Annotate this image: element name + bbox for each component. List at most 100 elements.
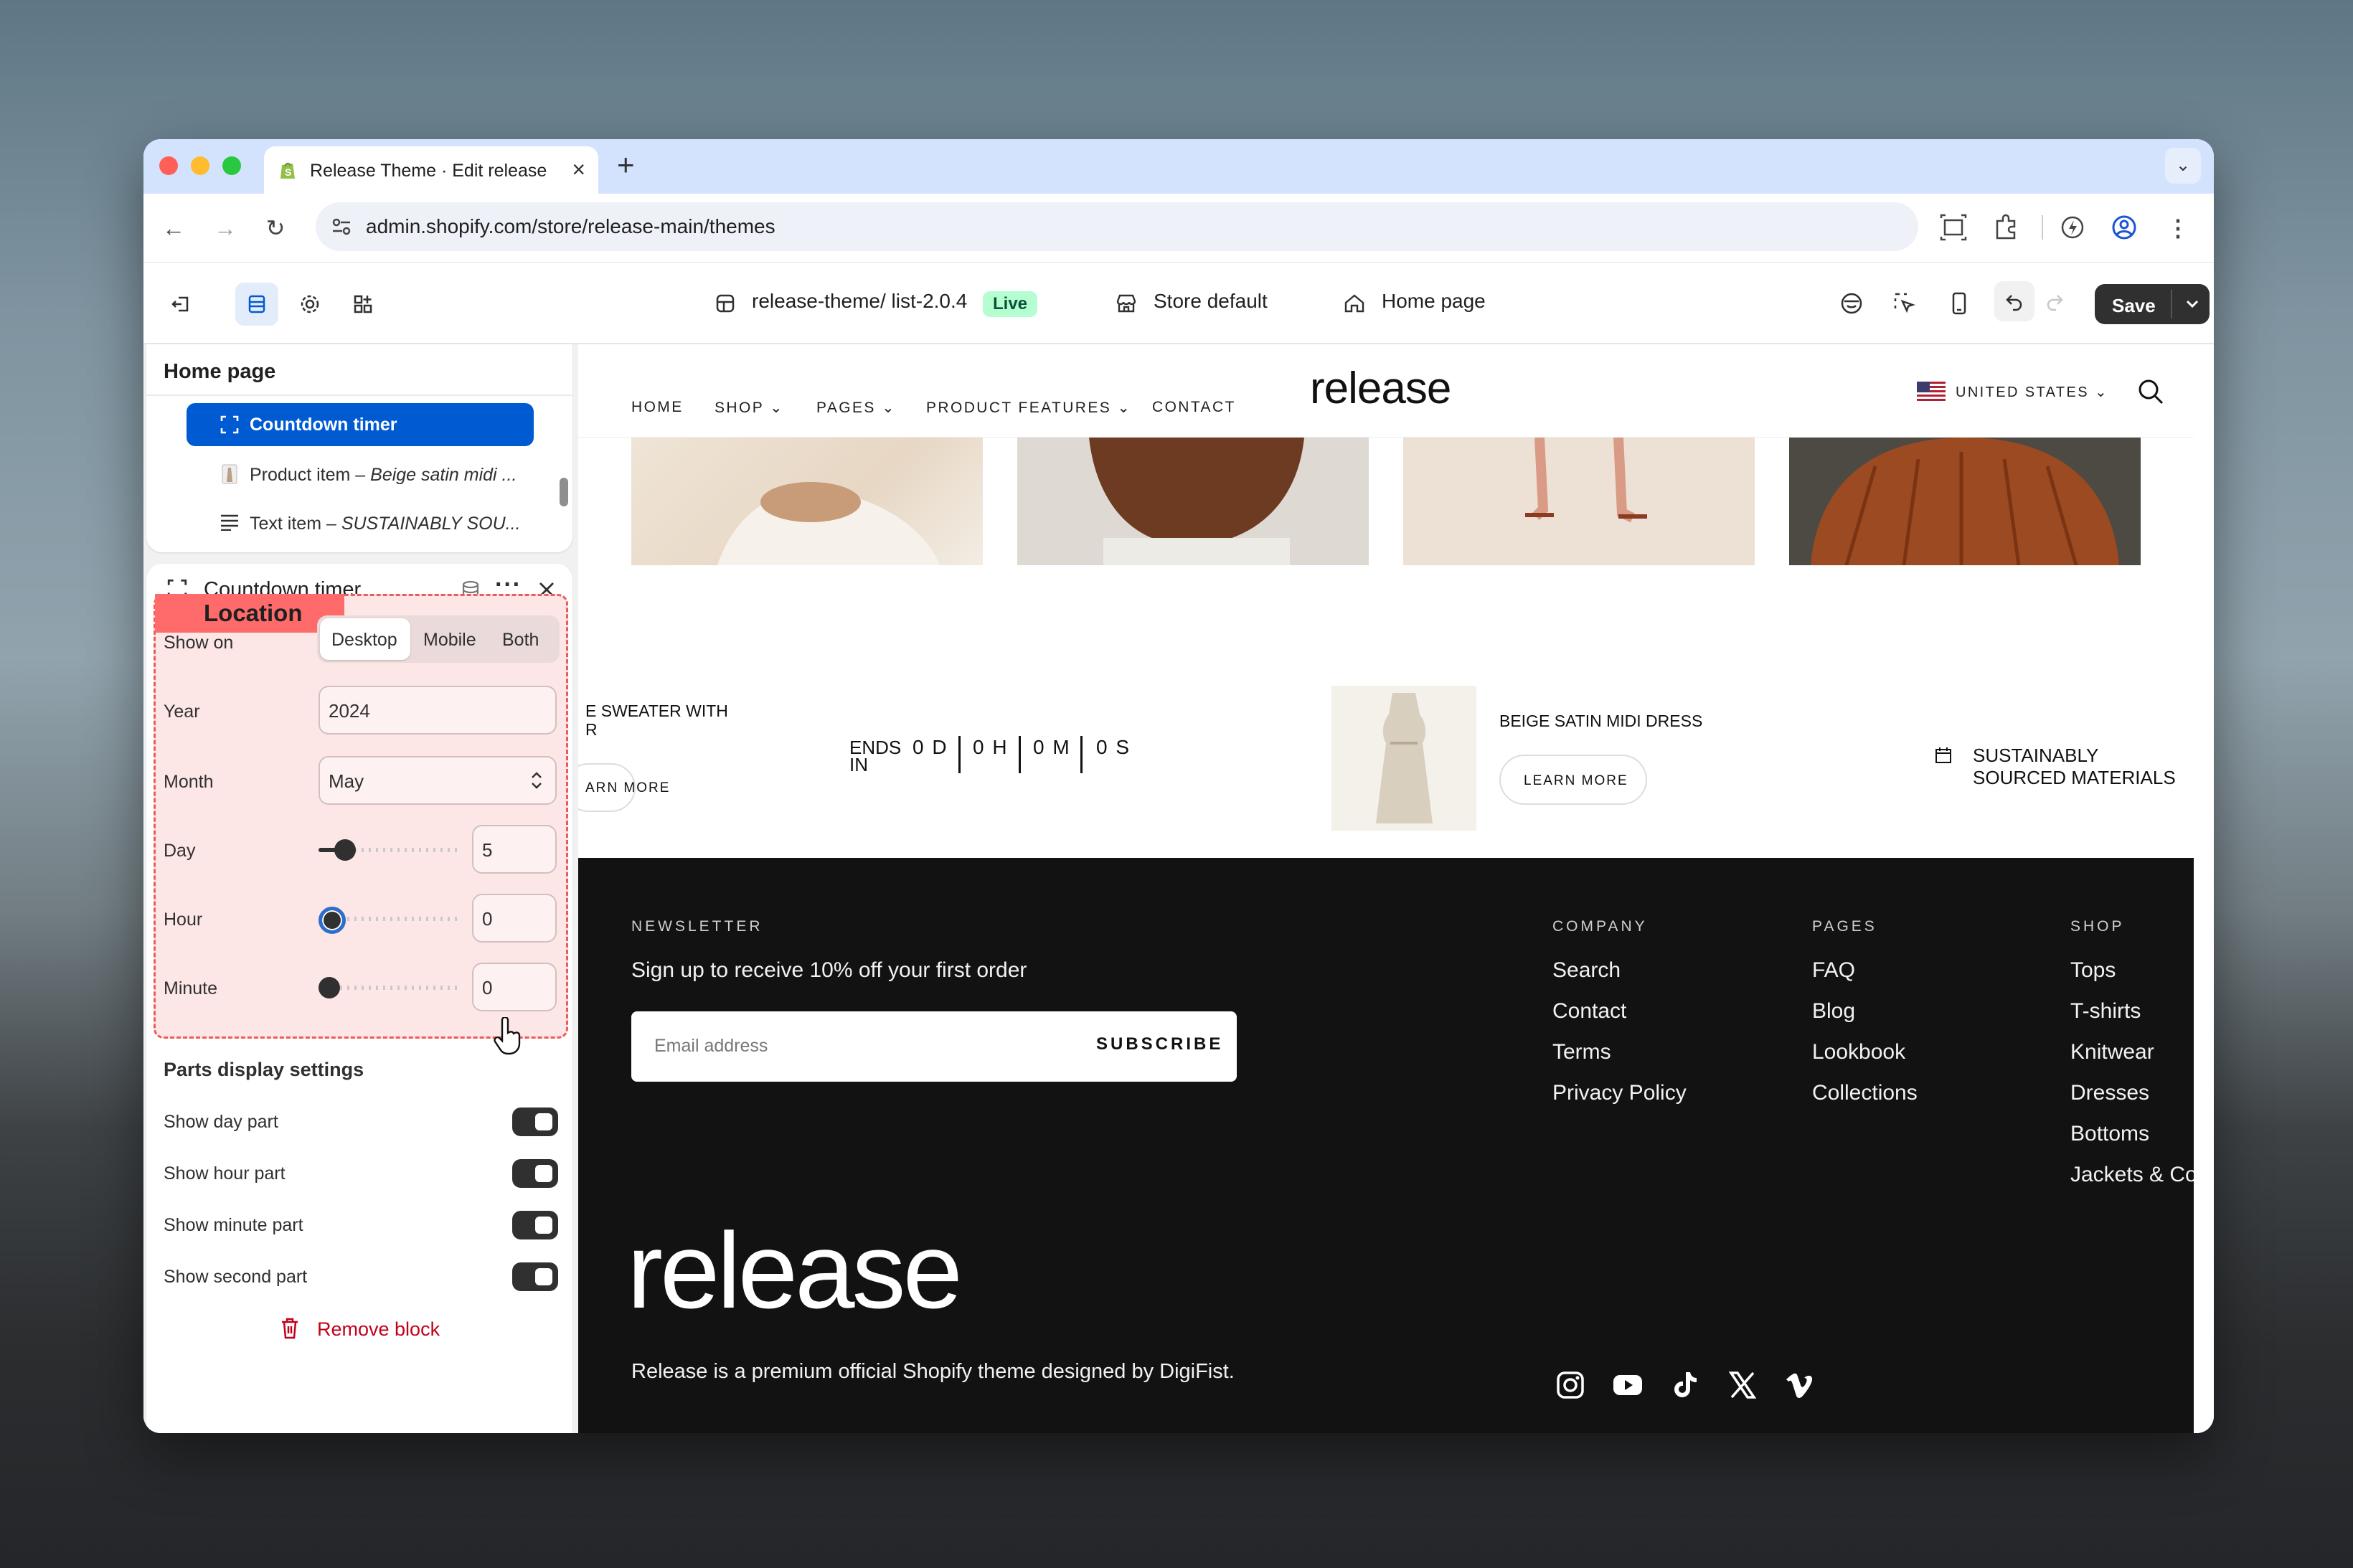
reload-button[interactable]: ↻ bbox=[258, 211, 293, 245]
nav-pages[interactable]: PAGES ⌄ bbox=[816, 399, 896, 417]
undo-button[interactable] bbox=[1994, 281, 2034, 321]
select-element-icon[interactable] bbox=[1891, 290, 1918, 317]
minute-number-input[interactable]: 0 bbox=[472, 963, 557, 1011]
profile-icon[interactable] bbox=[2108, 211, 2141, 244]
product-image[interactable] bbox=[1789, 438, 2141, 566]
learn-more-label: LEARN MORE bbox=[1524, 773, 1628, 788]
sustainability-text: SUSTAINABLY SOURCED MATERIALS bbox=[1973, 745, 2176, 788]
address-bar[interactable]: admin.shopify.com/store/release-main/the… bbox=[316, 202, 1918, 251]
app-embeds-button[interactable] bbox=[341, 283, 385, 326]
nav-contact[interactable]: CONTACT bbox=[1152, 399, 1236, 416]
x-icon[interactable] bbox=[1726, 1369, 1759, 1402]
tab-search-button[interactable]: ⌄ bbox=[2165, 148, 2201, 184]
learn-more-button[interactable]: LEARN MORE bbox=[1499, 755, 1647, 805]
email-input[interactable]: Email address bbox=[654, 1036, 768, 1057]
footer-link-search[interactable]: Search bbox=[1552, 958, 1621, 983]
hour-slider-thumb[interactable] bbox=[319, 907, 346, 934]
chevron-down-icon[interactable] bbox=[2182, 293, 2202, 314]
device-preview-icon[interactable] bbox=[1946, 290, 1973, 317]
page-selector[interactable]: Home page bbox=[1382, 290, 1486, 313]
footer-link-tshirts[interactable]: T-shirts bbox=[2070, 999, 2141, 1024]
year-label: Year bbox=[164, 702, 200, 722]
save-button[interactable]: Save bbox=[2095, 284, 2210, 324]
tree-item-product[interactable]: Product item – Beige satin midi ... bbox=[187, 452, 534, 495]
nav-shop[interactable]: SHOP ⌄ bbox=[715, 399, 784, 417]
footer-link-knitwear[interactable]: Knitwear bbox=[2070, 1040, 2154, 1064]
show-hour-toggle[interactable] bbox=[512, 1159, 558, 1188]
browser-tab[interactable]: S Release Theme · Edit release-main × bbox=[264, 146, 598, 194]
search-icon[interactable] bbox=[2136, 377, 2165, 406]
footer-link-dresses[interactable]: Dresses bbox=[2070, 1081, 2149, 1105]
inspector-icon[interactable] bbox=[1838, 290, 1865, 317]
footer-link-bottoms[interactable]: Bottoms bbox=[2070, 1122, 2149, 1146]
product-photo bbox=[1525, 437, 1647, 523]
exit-editor-button[interactable] bbox=[159, 283, 202, 326]
footer-link-collections[interactable]: Collections bbox=[1812, 1081, 1918, 1105]
show-on-label: Show on bbox=[164, 633, 234, 653]
show-second-toggle[interactable] bbox=[512, 1262, 558, 1291]
product-image[interactable] bbox=[1403, 437, 1755, 565]
redo-icon[interactable] bbox=[2045, 291, 2065, 311]
shopify-icon: S bbox=[280, 162, 295, 179]
store-logo[interactable]: release bbox=[1310, 363, 1451, 414]
nav-product-features-label: PRODUCT FEATURES bbox=[926, 400, 1112, 416]
footer-link-lookbook[interactable]: Lookbook bbox=[1812, 1040, 1905, 1064]
remove-block-label: Remove block bbox=[317, 1318, 440, 1340]
country-selector[interactable]: UNITED STATES ⌄ bbox=[1956, 383, 2108, 401]
product-title[interactable]: BEIGE SATIN MIDI DRESS bbox=[1499, 712, 1702, 731]
countdown-divider bbox=[958, 736, 961, 773]
nav-product-features[interactable]: PRODUCT FEATURES ⌄ bbox=[926, 399, 1131, 417]
tree-item-countdown-timer[interactable]: Countdown timer bbox=[187, 403, 534, 446]
vimeo-icon[interactable] bbox=[1783, 1369, 1816, 1402]
tree-item-text[interactable]: Text item – SUSTAINABLY SOU... bbox=[187, 501, 534, 544]
day-number-input[interactable]: 5 bbox=[472, 825, 557, 874]
instagram-icon[interactable] bbox=[1554, 1369, 1587, 1402]
maximize-window-button[interactable] bbox=[222, 156, 241, 175]
footer-link-privacy[interactable]: Privacy Policy bbox=[1552, 1081, 1687, 1105]
footer-link-blog[interactable]: Blog bbox=[1812, 999, 1855, 1024]
footer-link-faq[interactable]: FAQ bbox=[1812, 958, 1855, 983]
remove-block-button[interactable]: Remove block bbox=[280, 1311, 466, 1347]
minute-slider-thumb[interactable] bbox=[319, 977, 340, 998]
footer-link-jackets[interactable]: Jackets & Coats bbox=[2070, 1163, 2194, 1187]
minimize-window-button[interactable] bbox=[191, 156, 209, 175]
close-window-button[interactable] bbox=[159, 156, 178, 175]
year-input[interactable]: 2024 bbox=[319, 686, 557, 735]
nav-home[interactable]: HOME bbox=[631, 399, 684, 416]
segment-desktop[interactable]: Desktop bbox=[320, 618, 410, 660]
product-image[interactable] bbox=[631, 438, 983, 565]
footer-logo[interactable]: release bbox=[627, 1217, 963, 1324]
gear-icon bbox=[301, 295, 319, 313]
new-tab-button[interactable]: + bbox=[617, 148, 635, 182]
segment-mobile[interactable]: Mobile bbox=[413, 618, 492, 660]
footer-link-terms[interactable]: Terms bbox=[1552, 1040, 1611, 1064]
youtube-icon[interactable] bbox=[1611, 1369, 1644, 1402]
theme-settings-button[interactable] bbox=[288, 283, 331, 326]
performance-icon[interactable] bbox=[2056, 211, 2089, 244]
footer-link-tops[interactable]: Tops bbox=[2070, 958, 2116, 983]
back-button[interactable]: ← bbox=[156, 211, 191, 245]
forward-button[interactable]: → bbox=[208, 211, 242, 245]
theme-name[interactable]: release-theme/ list-2.0.4 bbox=[752, 290, 967, 313]
subscribe-button[interactable]: SUBSCRIBE bbox=[1096, 1034, 1223, 1054]
store-default-selector[interactable]: Store default bbox=[1154, 290, 1268, 313]
tree-scrollbar[interactable] bbox=[560, 478, 568, 506]
extensions-icon[interactable] bbox=[1990, 211, 2023, 244]
store-icon bbox=[1116, 294, 1136, 313]
month-select[interactable]: May bbox=[319, 756, 557, 805]
hour-number-input[interactable]: 0 bbox=[472, 894, 557, 943]
show-day-toggle[interactable] bbox=[512, 1107, 558, 1136]
product-thumbnail[interactable] bbox=[1331, 686, 1476, 831]
screen-capture-icon[interactable] bbox=[1937, 211, 1970, 244]
tiktok-icon[interactable] bbox=[1669, 1369, 1702, 1402]
pages-heading: PAGES bbox=[1812, 918, 1877, 935]
close-tab-icon[interactable]: × bbox=[572, 156, 585, 183]
show-minute-toggle[interactable] bbox=[512, 1211, 558, 1239]
product-image[interactable] bbox=[1017, 438, 1369, 565]
segment-both[interactable]: Both bbox=[492, 618, 557, 660]
sections-tab-button[interactable] bbox=[235, 283, 278, 326]
day-slider-thumb[interactable] bbox=[334, 839, 356, 861]
store-header: HOME SHOP ⌄ PAGES ⌄ PRODUCT FEATURES ⌄ C… bbox=[578, 344, 2194, 438]
browser-menu-icon[interactable]: ⋮ bbox=[2161, 211, 2195, 245]
footer-link-contact[interactable]: Contact bbox=[1552, 999, 1626, 1024]
